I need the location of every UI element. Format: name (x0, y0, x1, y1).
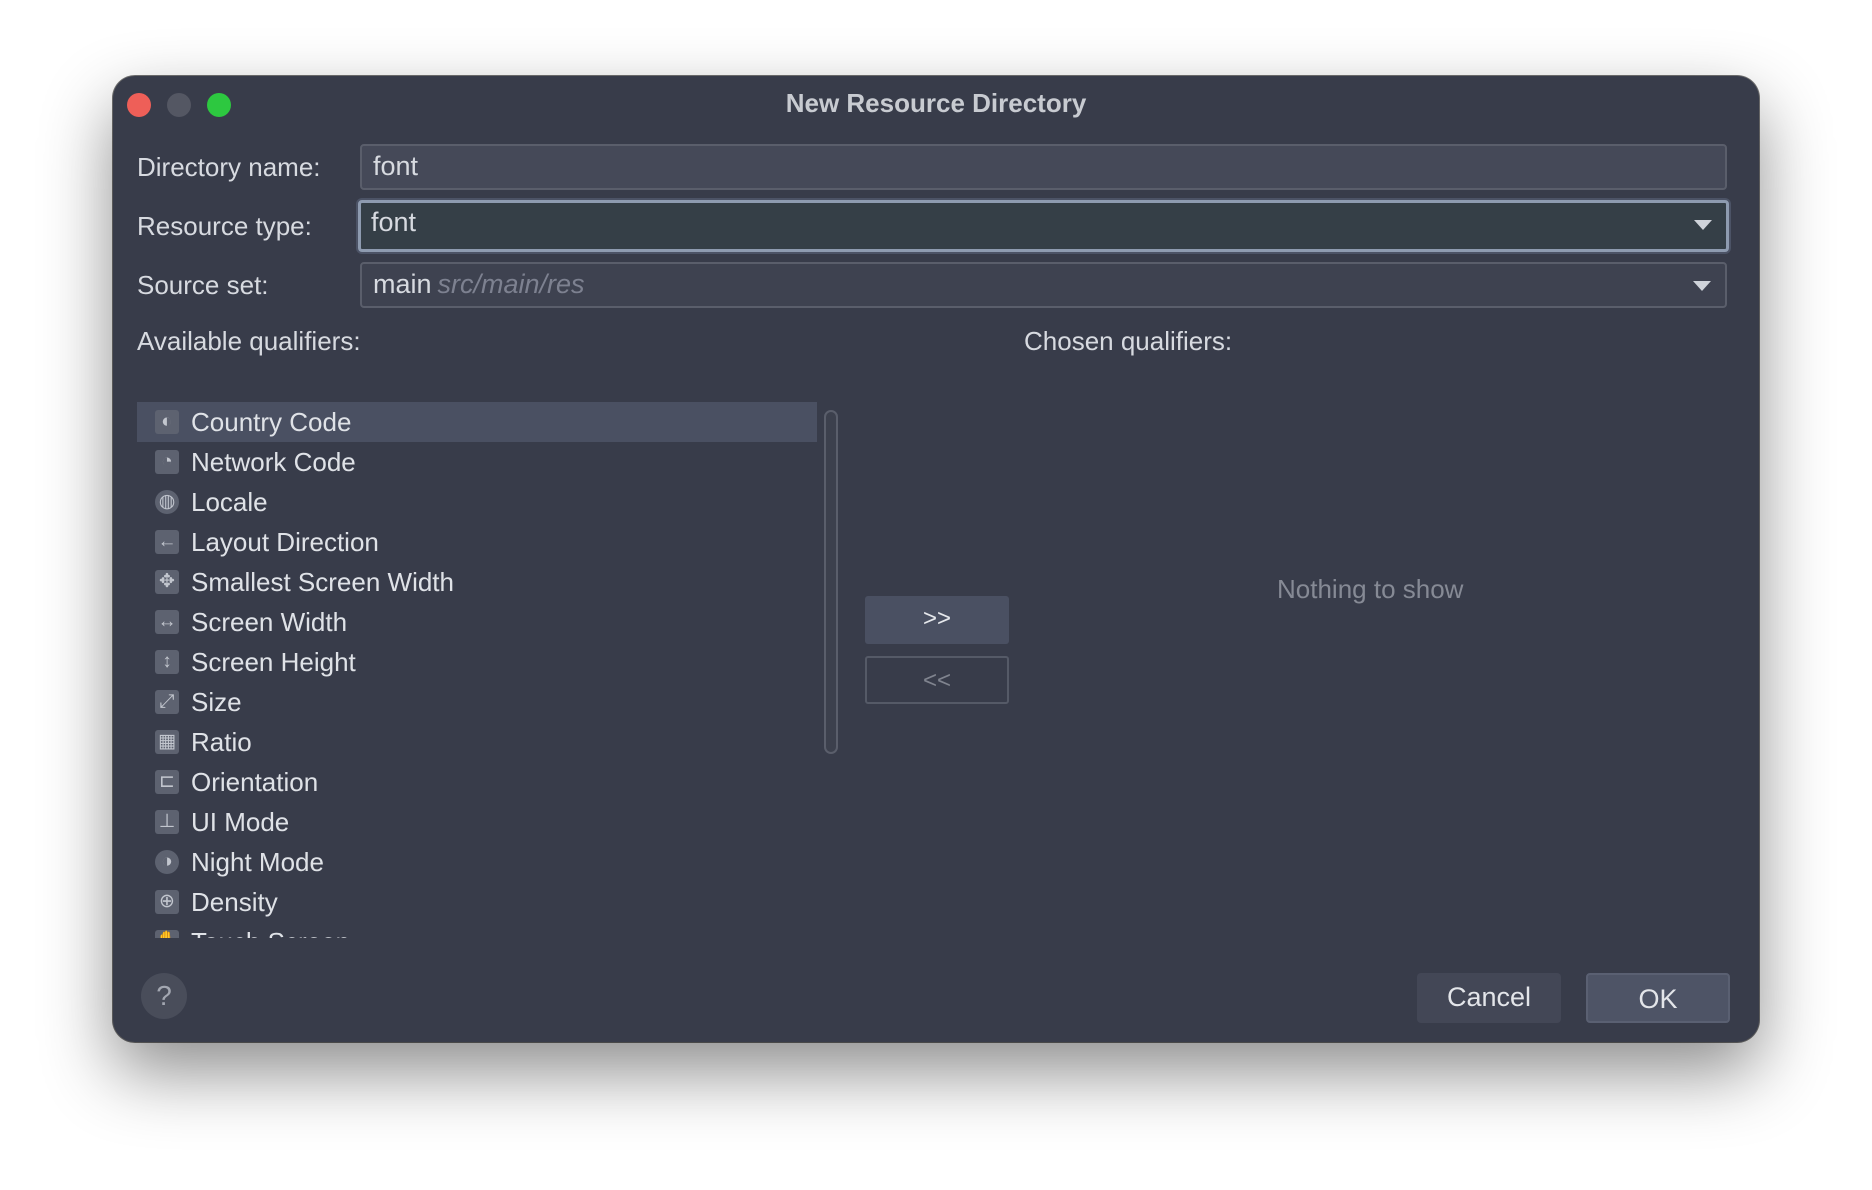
qualifier-item[interactable]: ⊥ UI Mode (137, 802, 817, 842)
qualifier-item-label: Country Code (191, 407, 352, 437)
new-resource-directory-dialog: New Resource Directory Directory name: f… (113, 76, 1759, 1042)
available-qualifiers-label: Available qualifiers: (137, 326, 361, 356)
qualifier-item[interactable]: ✋ Touch Screen (137, 922, 817, 938)
orientation-icon: ⊏ (155, 770, 179, 794)
source-set-select[interactable]: main src/main/res (360, 262, 1727, 308)
qualifier-item[interactable]: ◑ Night Mode (137, 842, 817, 882)
chosen-qualifiers-label: Chosen qualifiers: (1024, 326, 1233, 356)
smallest-screen-width-icon: ✥ (155, 570, 179, 594)
touch-screen-icon: ✋ (155, 930, 179, 938)
resource-type-label: Resource type: (137, 211, 312, 241)
remove-qualifier-button[interactable]: << (865, 656, 1009, 704)
source-set-value: main (373, 269, 432, 299)
source-set-path: src/main/res (437, 269, 585, 299)
qualifier-item-label: Density (191, 887, 278, 917)
title-bar: New Resource Directory (113, 76, 1759, 132)
qualifier-item-label: Touch Screen (191, 927, 350, 938)
qualifier-item-label: UI Mode (191, 807, 290, 837)
qualifier-item-label: Screen Height (191, 647, 356, 677)
country-code-icon: ◐ (155, 410, 179, 434)
available-qualifiers-list[interactable]: ◐ Country Code ◔ Network Code ◍ Locale ← Layout… (137, 402, 817, 938)
ui-mode-icon: ⊥ (155, 810, 179, 834)
qualifier-item[interactable]: ← Layout Direction (137, 522, 817, 562)
ratio-icon: ▦ (155, 730, 179, 754)
resource-type-select[interactable]: font (358, 200, 1729, 252)
screen-width-icon: ↔ (155, 610, 179, 634)
directory-name-input[interactable]: font (360, 144, 1727, 190)
night-mode-icon: ◑ (155, 850, 179, 874)
chosen-qualifiers-empty-text: Nothing to show (1277, 574, 1464, 604)
qualifier-item-label: Screen Width (191, 607, 348, 637)
resource-type-value: font (371, 207, 417, 237)
chevron-down-icon (1694, 220, 1712, 230)
qualifier-item[interactable]: ▦ Ratio (137, 722, 817, 762)
screen-height-icon: ↕ (155, 650, 179, 674)
window-title: New Resource Directory (785, 88, 1087, 118)
cancel-button[interactable]: Cancel (1417, 973, 1561, 1023)
qualifier-item[interactable]: ⊕ Density (137, 882, 817, 922)
qualifier-item[interactable]: ⤢ Size (137, 682, 817, 722)
network-code-icon: ◔ (155, 450, 179, 474)
globe-icon: ◍ (155, 490, 179, 514)
qualifier-item[interactable]: ◔ Network Code (137, 442, 817, 482)
directory-name-label: Directory name: (137, 152, 321, 182)
qualifier-item[interactable]: ◐ Country Code (137, 402, 817, 442)
qualifier-item-label: Size (191, 687, 242, 717)
qualifier-item[interactable]: ◍ Locale (137, 482, 817, 522)
add-qualifier-button[interactable]: >> (865, 596, 1009, 644)
chevron-down-icon (1693, 281, 1711, 291)
qualifier-item-label: Night Mode (191, 847, 324, 877)
directory-name-value: font (373, 151, 419, 181)
qualifier-item-label: Orientation (191, 767, 319, 797)
qualifier-item[interactable]: ⊏ Orientation (137, 762, 817, 802)
layout-direction-icon: ← (155, 530, 179, 554)
qualifier-item-label: Network Code (191, 447, 356, 477)
qualifier-item-label: Ratio (191, 727, 252, 757)
qualifier-item-label: Layout Direction (191, 527, 379, 557)
qualifier-item[interactable]: ↔ Screen Width (137, 602, 817, 642)
qualifiers-scrollbar[interactable] (824, 410, 838, 754)
qualifier-item[interactable]: ↕ Screen Height (137, 642, 817, 682)
qualifier-item[interactable]: ✥ Smallest Screen Width (137, 562, 817, 602)
qualifier-item-label: Locale (191, 487, 268, 517)
size-icon: ⤢ (155, 690, 179, 714)
source-set-label: Source set: (137, 270, 269, 300)
density-icon: ⊕ (155, 890, 179, 914)
qualifier-item-label: Smallest Screen Width (191, 567, 454, 597)
ok-button[interactable]: OK (1586, 973, 1730, 1023)
help-button[interactable]: ? (141, 973, 187, 1019)
